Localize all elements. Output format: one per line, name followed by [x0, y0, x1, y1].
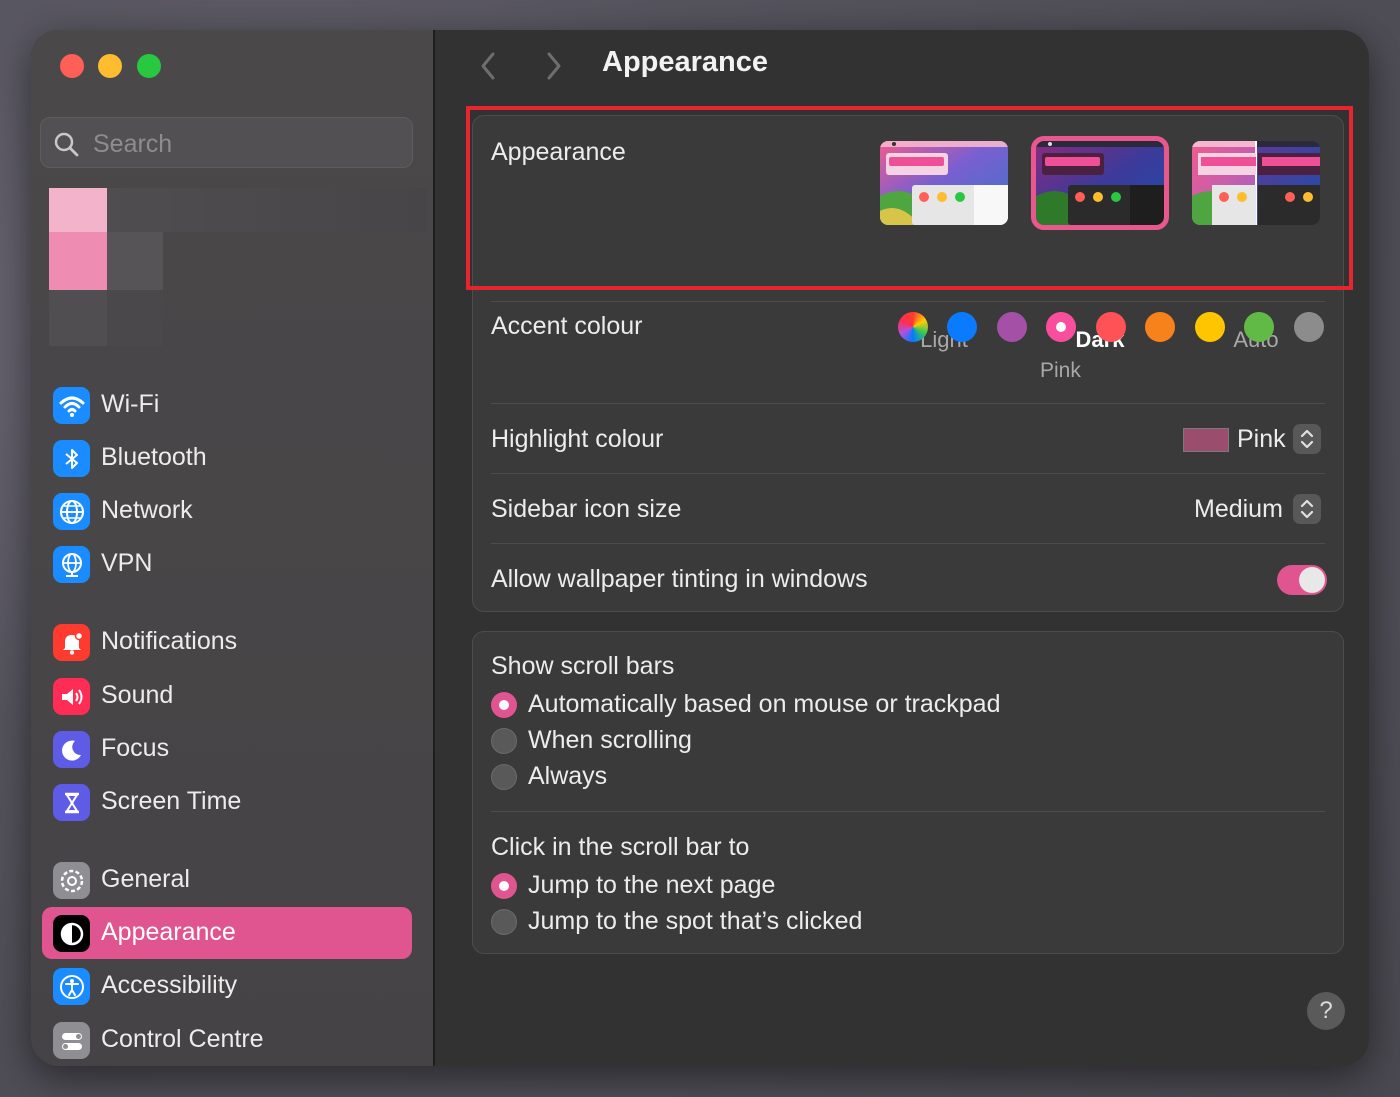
chevron-up-down-icon	[1300, 429, 1314, 449]
divider	[491, 403, 1325, 404]
account-profile-blurred[interactable]	[49, 188, 427, 348]
hourglass-icon	[53, 784, 90, 821]
radio-when-scrolling-label[interactable]: When scrolling	[528, 726, 692, 755]
sidebar-item-control-centre[interactable]: Control Centre	[42, 1014, 412, 1066]
gear-icon	[53, 862, 90, 899]
radio-auto-scroll[interactable]	[491, 692, 517, 718]
sidebar-item-focus[interactable]: Focus	[42, 723, 412, 775]
control-centre-icon	[53, 1022, 90, 1059]
radio-spot-clicked-label[interactable]: Jump to the spot that’s clicked	[528, 907, 862, 936]
sidebar-icon-size-popup[interactable]	[1293, 494, 1321, 524]
help-button[interactable]: ?	[1307, 992, 1345, 1030]
system-settings-window: Wi-Fi Bluetooth Network	[31, 30, 1369, 1066]
accent-pink-selected[interactable]	[1046, 312, 1076, 342]
accent-purple[interactable]	[997, 312, 1027, 342]
sidebar-item-network[interactable]: Network	[42, 485, 412, 537]
accent-colour-label: Accent colour	[491, 312, 643, 340]
minimize-button[interactable]	[98, 54, 122, 78]
sidebar-item-label: Wi-Fi	[101, 390, 160, 418]
divider	[491, 543, 1325, 544]
highlight-colour-popup[interactable]	[1293, 424, 1321, 454]
accent-orange[interactable]	[1145, 312, 1175, 342]
wallpaper-tinting-label: Allow wallpaper tinting in windows	[491, 565, 868, 593]
sidebar-item-accessibility[interactable]: Accessibility	[42, 960, 412, 1012]
scroll-bar-settings-group: Show scroll bars Automatically based on …	[472, 631, 1344, 954]
divider	[491, 473, 1325, 474]
highlight-colour-value[interactable]: Pink	[1237, 425, 1286, 454]
speaker-icon	[53, 678, 90, 715]
moon-icon	[53, 731, 90, 768]
wallpaper-tinting-toggle[interactable]	[1277, 565, 1327, 595]
close-button[interactable]	[60, 54, 84, 78]
toggle-knob	[1299, 567, 1325, 593]
sidebar-item-screen-time[interactable]: Screen Time	[42, 776, 412, 828]
appearance-label: Appearance	[491, 138, 626, 166]
accent-green[interactable]	[1244, 312, 1274, 342]
appearance-settings-group: Appearance Light Dark Accent colour Pink…	[472, 115, 1344, 612]
bell-icon	[53, 624, 90, 661]
highlight-colour-label: Highlight colour	[491, 425, 664, 453]
search-icon	[54, 132, 79, 157]
radio-when-scrolling[interactable]	[491, 728, 517, 754]
sidebar-item-notifications[interactable]: Notifications	[42, 616, 412, 668]
click-scroll-bar-label: Click in the scroll bar to	[491, 833, 750, 861]
sidebar-item-label: Control Centre	[101, 1025, 264, 1053]
accent-yellow[interactable]	[1195, 312, 1225, 342]
light-mode-thumbnail[interactable]	[880, 141, 1008, 225]
radio-next-page-label[interactable]: Jump to the next page	[528, 871, 775, 900]
sidebar-item-label: Screen Time	[101, 787, 242, 815]
sidebar-item-label: Network	[101, 496, 193, 524]
auto-mode-thumbnail[interactable]	[1192, 141, 1320, 225]
accent-graphite[interactable]	[1294, 312, 1324, 342]
sidebar: Wi-Fi Bluetooth Network	[31, 30, 435, 1066]
radio-auto-scroll-label[interactable]: Automatically based on mouse or trackpad	[528, 690, 1000, 719]
search-field[interactable]	[40, 117, 413, 168]
sidebar-icon-size-label: Sidebar icon size	[491, 495, 682, 523]
wifi-icon	[53, 387, 90, 424]
sidebar-item-label: Bluetooth	[101, 443, 207, 471]
show-scroll-bars-label: Show scroll bars	[491, 652, 675, 680]
dark-mode-thumbnail[interactable]	[1031, 136, 1169, 230]
back-arrow-icon[interactable]	[475, 48, 501, 84]
radio-spot-clicked[interactable]	[491, 909, 517, 935]
sidebar-item-label: Notifications	[101, 627, 238, 655]
sidebar-icon-size-value[interactable]: Medium	[1194, 495, 1283, 524]
main-content: Appearance Appearance Light Dark Accent …	[435, 30, 1369, 1066]
accent-red[interactable]	[1096, 312, 1126, 342]
page-title: Appearance	[602, 46, 769, 78]
sidebar-item-wifi[interactable]: Wi-Fi	[42, 379, 412, 431]
sidebar-item-general[interactable]: General	[42, 854, 412, 906]
sidebar-item-label: General	[101, 865, 190, 893]
globe-icon	[53, 493, 90, 530]
sidebar-item-sound[interactable]: Sound	[42, 670, 412, 722]
zoom-button[interactable]	[137, 54, 161, 78]
accessibility-icon	[53, 968, 90, 1005]
sidebar-item-label: VPN	[101, 549, 153, 577]
sidebar-item-appearance[interactable]: Appearance	[42, 907, 412, 959]
sidebar-item-vpn[interactable]: VPN	[42, 538, 412, 590]
vpn-globe-icon	[53, 546, 90, 583]
appearance-icon	[53, 915, 90, 952]
highlight-swatch	[1183, 428, 1229, 452]
sidebar-item-bluetooth[interactable]: Bluetooth	[42, 432, 412, 484]
radio-always[interactable]	[491, 764, 517, 790]
radio-always-label[interactable]: Always	[528, 762, 607, 791]
bluetooth-icon	[53, 440, 90, 477]
sidebar-item-label: Focus	[101, 734, 170, 762]
radio-next-page[interactable]	[491, 873, 517, 899]
divider	[491, 301, 1325, 302]
sidebar-item-label: Appearance	[101, 918, 236, 946]
divider	[491, 811, 1325, 812]
accent-blue[interactable]	[947, 312, 977, 342]
search-input[interactable]	[91, 126, 395, 162]
chevron-up-down-icon	[1300, 499, 1314, 519]
accent-multicolor[interactable]	[898, 312, 928, 342]
accent-selected-name: Pink	[1040, 359, 1081, 382]
forward-arrow-icon[interactable]	[541, 48, 567, 84]
selected-dot	[1056, 322, 1066, 332]
sidebar-item-label: Accessibility	[101, 971, 238, 999]
sidebar-item-label: Sound	[101, 681, 174, 709]
